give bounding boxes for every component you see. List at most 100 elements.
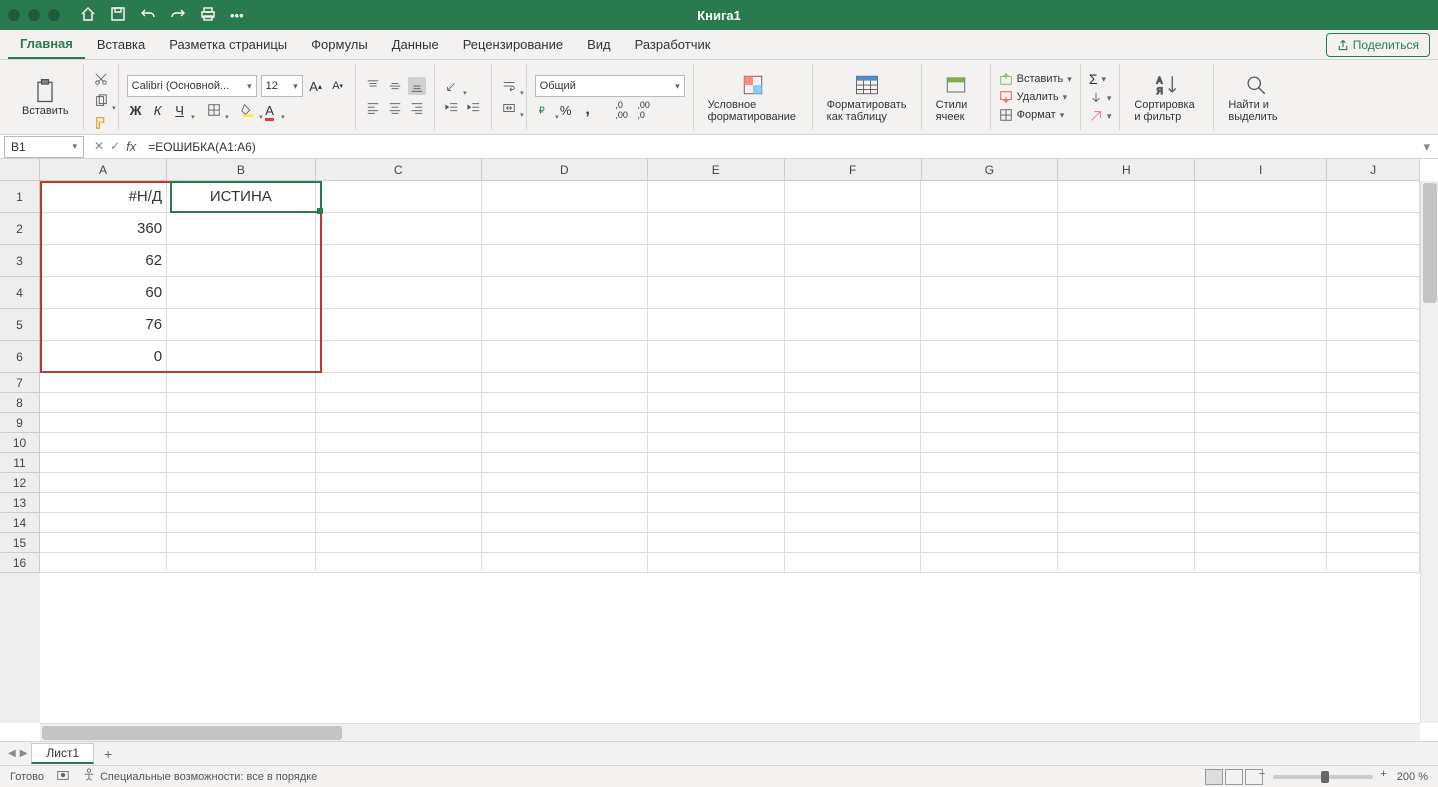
cell-B2[interactable] bbox=[167, 213, 316, 245]
cell-I4[interactable] bbox=[1195, 277, 1327, 309]
row-header-13[interactable]: 13 bbox=[0, 493, 40, 513]
cell-B12[interactable] bbox=[167, 473, 316, 493]
format-as-table-button[interactable]: Форматировать как таблицу bbox=[821, 71, 913, 123]
cell-E3[interactable] bbox=[648, 245, 785, 277]
cell-I9[interactable] bbox=[1195, 413, 1327, 433]
find-select-button[interactable]: Найти и выделить bbox=[1222, 71, 1289, 123]
zoom-thumb[interactable] bbox=[1321, 771, 1329, 783]
cell-E10[interactable] bbox=[648, 433, 785, 453]
delete-cells-button[interactable]: Удалить▾ bbox=[999, 89, 1072, 105]
cell-D2[interactable] bbox=[482, 213, 648, 245]
h-scroll-thumb[interactable] bbox=[42, 726, 342, 740]
view-page-layout-icon[interactable] bbox=[1225, 769, 1243, 785]
increase-font-icon[interactable]: A▴ bbox=[307, 77, 325, 95]
column-headers[interactable]: ABCDEFGHIJ bbox=[40, 159, 1420, 181]
cell-A15[interactable] bbox=[40, 533, 167, 553]
cell-H9[interactable] bbox=[1058, 413, 1195, 433]
cell-D10[interactable] bbox=[482, 433, 648, 453]
vertical-scrollbar[interactable] bbox=[1420, 181, 1438, 723]
macro-record-icon[interactable] bbox=[56, 768, 70, 785]
decrease-decimal-icon[interactable]: ,00,0 bbox=[635, 101, 653, 119]
cell-G1[interactable] bbox=[921, 181, 1058, 213]
cell-J1[interactable] bbox=[1327, 181, 1420, 213]
italic-button[interactable]: К bbox=[149, 101, 167, 119]
tab-home[interactable]: Главная bbox=[8, 30, 85, 59]
cell-J3[interactable] bbox=[1327, 245, 1420, 277]
row-header-9[interactable]: 9 bbox=[0, 413, 40, 433]
cell-I6[interactable] bbox=[1195, 341, 1327, 373]
cell-E7[interactable] bbox=[648, 373, 785, 393]
formula-expand-icon[interactable]: ▾ bbox=[1415, 139, 1438, 155]
cell-H13[interactable] bbox=[1058, 493, 1195, 513]
tab-formulas[interactable]: Формулы bbox=[299, 31, 380, 58]
underline-button[interactable]: Ч bbox=[171, 101, 189, 119]
cell-F7[interactable] bbox=[785, 373, 922, 393]
cell-B10[interactable] bbox=[167, 433, 316, 453]
cell-G15[interactable] bbox=[921, 533, 1058, 553]
comma-icon[interactable]: , bbox=[579, 101, 597, 119]
cell-I16[interactable] bbox=[1195, 553, 1327, 573]
cell-J6[interactable] bbox=[1327, 341, 1420, 373]
cell-A10[interactable] bbox=[40, 433, 167, 453]
cell-J2[interactable] bbox=[1327, 213, 1420, 245]
cell-C4[interactable] bbox=[316, 277, 482, 309]
cell-H7[interactable] bbox=[1058, 373, 1195, 393]
cell-B16[interactable] bbox=[167, 553, 316, 573]
col-header-E[interactable]: E bbox=[648, 159, 785, 181]
print-icon[interactable] bbox=[200, 6, 216, 25]
cell-J12[interactable] bbox=[1327, 473, 1420, 493]
cell-I3[interactable] bbox=[1195, 245, 1327, 277]
cell-J10[interactable] bbox=[1327, 433, 1420, 453]
cell-C16[interactable] bbox=[316, 553, 482, 573]
autosum-button[interactable]: Σ▾ bbox=[1089, 70, 1112, 88]
cell-A4[interactable]: 60 bbox=[40, 277, 167, 309]
sort-filter-button[interactable]: АЯ Сортировка и фильтр bbox=[1128, 71, 1205, 123]
cell-D1[interactable] bbox=[482, 181, 648, 213]
cell-H12[interactable] bbox=[1058, 473, 1195, 493]
cell-A14[interactable] bbox=[40, 513, 167, 533]
more-icon[interactable]: ••• bbox=[230, 8, 244, 23]
cell-E9[interactable] bbox=[648, 413, 785, 433]
cell-G6[interactable] bbox=[921, 341, 1058, 373]
cell-C9[interactable] bbox=[316, 413, 482, 433]
cell-B4[interactable] bbox=[167, 277, 316, 309]
cell-I10[interactable] bbox=[1195, 433, 1327, 453]
cell-D16[interactable] bbox=[482, 553, 648, 573]
cell-B14[interactable] bbox=[167, 513, 316, 533]
cell-D6[interactable] bbox=[482, 341, 648, 373]
cell-A3[interactable]: 62 bbox=[40, 245, 167, 277]
undo-icon[interactable] bbox=[140, 6, 156, 25]
row-header-12[interactable]: 12 bbox=[0, 473, 40, 493]
col-header-F[interactable]: F bbox=[785, 159, 922, 181]
tab-layout[interactable]: Разметка страницы bbox=[157, 31, 299, 58]
sheet-nav-next[interactable]: ▶ bbox=[20, 748, 28, 759]
cancel-formula-icon[interactable]: ✕ bbox=[94, 139, 104, 154]
row-header-7[interactable]: 7 bbox=[0, 373, 40, 393]
cell-G13[interactable] bbox=[921, 493, 1058, 513]
cell-H3[interactable] bbox=[1058, 245, 1195, 277]
row-header-6[interactable]: 6 bbox=[0, 341, 40, 373]
decrease-indent-icon[interactable] bbox=[443, 99, 461, 117]
decrease-font-icon[interactable]: A▾ bbox=[329, 77, 347, 95]
cell-H1[interactable] bbox=[1058, 181, 1195, 213]
cell-A8[interactable] bbox=[40, 393, 167, 413]
home-icon[interactable] bbox=[80, 6, 96, 25]
cell-F16[interactable] bbox=[785, 553, 922, 573]
cell-H14[interactable] bbox=[1058, 513, 1195, 533]
cell-E16[interactable] bbox=[648, 553, 785, 573]
cell-J14[interactable] bbox=[1327, 513, 1420, 533]
row-header-1[interactable]: 1 bbox=[0, 181, 40, 213]
cell-D11[interactable] bbox=[482, 453, 648, 473]
align-top-icon[interactable] bbox=[364, 77, 382, 95]
cell-G5[interactable] bbox=[921, 309, 1058, 341]
align-center-icon[interactable] bbox=[386, 99, 404, 117]
add-sheet-button[interactable]: + bbox=[98, 746, 118, 762]
cell-J4[interactable] bbox=[1327, 277, 1420, 309]
cell-F15[interactable] bbox=[785, 533, 922, 553]
bold-button[interactable]: Ж bbox=[127, 101, 145, 119]
sheet-nav-prev[interactable]: ◀ bbox=[8, 748, 16, 759]
merge-cells-icon[interactable] bbox=[500, 99, 518, 117]
cell-D3[interactable] bbox=[482, 245, 648, 277]
view-normal-icon[interactable] bbox=[1205, 769, 1223, 785]
insert-cells-button[interactable]: Вставить▾ bbox=[999, 71, 1072, 87]
